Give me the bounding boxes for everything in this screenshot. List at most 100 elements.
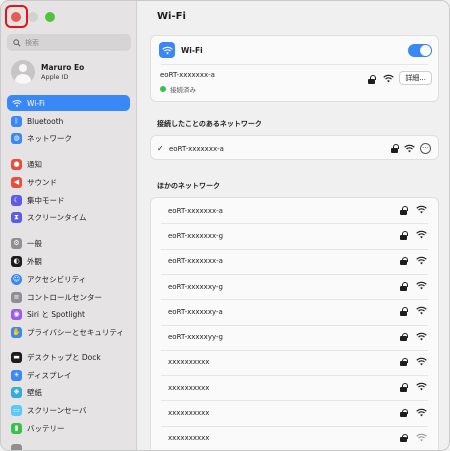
network-row[interactable]: xxxxxxxxxx [151,426,438,450]
sidebar-item-control-center[interactable]: ≡ コントロールセンター [7,289,130,305]
network-name: eoRT-xxxxxxx-g [168,231,224,240]
speaker-icon: ◀ [11,176,22,188]
user-subtitle: Apple ID [41,73,69,81]
sidebar-item-appearance[interactable]: ◐ 外観 [7,253,130,269]
network-status-icons [400,382,427,393]
known-network-name: eoRT-xxxxxxx-a [169,144,224,153]
zoom-button[interactable] [45,12,55,22]
network-name: xxxxxxxxxx [168,409,210,418]
sidebar-item-accessibility[interactable]: ☺ アクセシビリティ [7,271,130,287]
main-pane: Wi-Fi Wi-Fi eoRT-xxxxxxx-a 接続済み 詳細... 接続… [138,1,449,450]
details-button[interactable]: 詳細... [399,71,432,85]
dock-icon: ▬ [11,351,22,363]
sidebar-item-siri[interactable]: ◉ Siri と Spotlight [7,306,130,322]
network-name: eoRT-xxxxxxx-a [168,257,223,266]
sidebar-item-focus[interactable]: ☾ 集中モード [7,192,130,208]
wifi-card: Wi-Fi eoRT-xxxxxxx-a 接続済み 詳細... [150,35,439,102]
sidebar-item-bluetooth[interactable]: ᛒ Bluetooth [7,113,130,129]
wifi-signal-icon [416,408,427,419]
network-row[interactable]: xxxxxxxxxx [151,375,438,400]
search-input[interactable] [25,38,125,47]
known-network-row[interactable]: ✓ eoRT-xxxxxxx-a ··· [151,136,438,161]
sidebar-item-partial[interactable] [7,441,130,450]
wallpaper-icon: ❋ [11,386,22,398]
control-center-icon: ≡ [11,291,22,303]
network-row[interactable]: xxxxxxxxxx [151,350,438,375]
apple-id-account[interactable]: Maruro Eo Apple ID [11,60,84,84]
network-name: xxxxxxxxxx [168,434,210,443]
globe-icon: ◍ [11,132,22,144]
known-networks-title: 接続したことのあるネットワーク [157,120,262,128]
network-status-icons [400,408,427,419]
network-row[interactable]: eoRT-xxxxxxx-a [151,198,438,223]
appearance-icon: ◐ [11,255,22,267]
connected-checkmark: ✓ [157,144,164,153]
sidebar-item-sound[interactable]: ◀ サウンド [7,174,130,190]
network-status-icons [400,281,427,292]
wifi-label: Wi-Fi [181,45,203,55]
lock-icon [400,433,408,443]
network-row[interactable]: eoRT-xxxxxxx-a [151,249,438,274]
sidebar-item-general[interactable]: ⚙ 一般 [7,235,130,251]
bell-icon: ● [11,158,22,170]
more-options-icon[interactable]: ··· [420,143,431,154]
current-network-row: eoRT-xxxxxxx-a 接続済み 詳細... [151,69,438,99]
window-controls [11,12,55,22]
network-status-icons [400,433,427,444]
wifi-toggle[interactable] [408,44,432,57]
sidebar-item-label: 外観 [27,256,42,266]
settings-icon [11,443,22,450]
wifi-signal-icon [416,357,427,368]
search-icon [13,38,21,47]
sidebar-item-wallpaper[interactable]: ❋ 壁紙 [7,384,130,400]
avatar [11,60,35,84]
sidebar-item-privacy[interactable]: ✋ プライバシーとセキュリティ [7,324,130,340]
wifi-signal-icon [416,306,427,317]
lock-icon [400,357,408,367]
sidebar-item-network[interactable]: ◍ ネットワーク [7,130,130,146]
network-row[interactable]: eoRT-xxxxxxx-g [151,223,438,248]
sidebar-item-screen-time[interactable]: ⧗ スクリーンタイム [7,209,130,225]
sidebar-item-label: Wi-Fi [27,98,45,108]
system-settings-window: Maruro Eo Apple ID Wi-Fi ᛒ Bluetooth ◍ ネ… [0,0,450,451]
sidebar-item-label: Bluetooth [27,116,64,126]
lock-icon [400,332,408,342]
network-status-icons [400,256,427,267]
sidebar-item-wifi[interactable]: Wi-Fi [7,95,130,111]
lock-icon [391,144,399,153]
minimize-button[interactable] [28,12,38,22]
sidebar-item-label: スクリーンセーバ [27,405,87,415]
network-status-icons [400,332,427,343]
lock-icon [400,408,408,418]
sidebar-item-label: 一般 [27,238,42,248]
network-row[interactable]: eoRT-xxxxxyy-g [151,325,438,350]
sidebar-item-screensaver[interactable]: ▭ スクリーンセーバ [7,402,130,418]
sidebar-item-label: 壁紙 [27,387,42,397]
sidebar-item-label: デスクトップと Dock [27,352,101,362]
known-networks-card: ✓ eoRT-xxxxxxx-a ··· [150,135,439,160]
network-row[interactable]: eoRT-xxxxxxy-a [151,299,438,324]
close-button[interactable] [11,12,21,22]
other-networks-title: ほかのネットワーク [157,182,220,190]
network-row[interactable]: eoRT-xxxxxxy-g [151,274,438,299]
network-row[interactable]: xxxxxxxxxx [151,400,438,425]
connected-status-dot [160,86,166,92]
wifi-signal-icon [416,382,427,393]
sidebar-item-battery[interactable]: ▮ バッテリー [7,420,130,436]
wifi-icon [11,98,22,109]
sidebar-item-displays[interactable]: ☀ ディスプレイ [7,367,130,383]
lock-icon [400,231,408,240]
connection-status: 接続済み [170,86,196,94]
gear-icon: ⚙ [11,237,22,249]
hand-icon: ✋ [11,326,22,338]
other-networks-card: eoRT-xxxxxxx-a eoRT-xxxxxxx-g eoRT-xxxxxxx… [150,197,439,450]
search-field[interactable] [7,34,131,51]
display-icon: ☀ [11,369,22,381]
sidebar-item-notifications[interactable]: ● 通知 [7,156,130,172]
sidebar-item-label: アクセシビリティ [27,274,87,284]
wifi-signal-icon [404,144,415,153]
sidebar-item-desktop-dock[interactable]: ▬ デスクトップと Dock [7,349,130,365]
network-status-icons [400,306,427,317]
network-name: eoRT-xxxxxyy-g [168,333,223,342]
wifi-signal-icon [416,433,427,444]
